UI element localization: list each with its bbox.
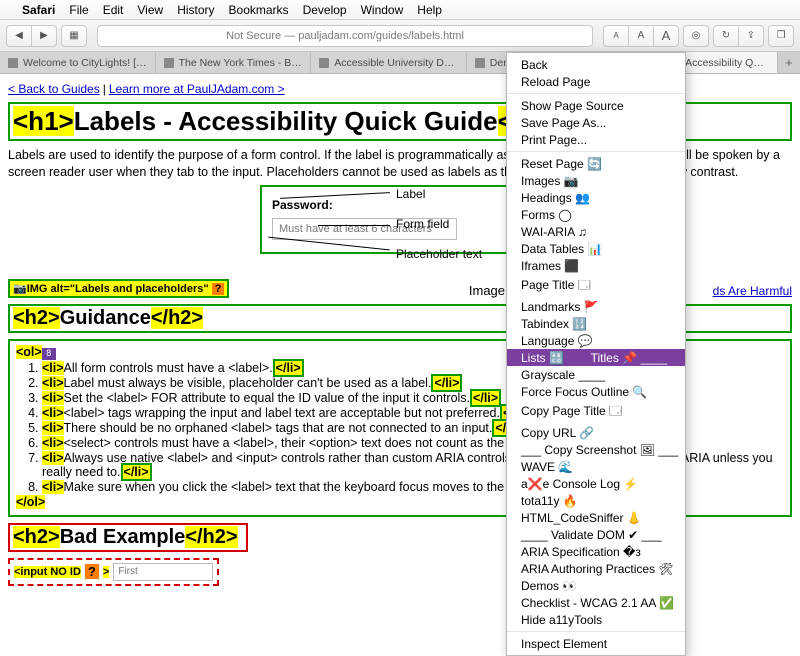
ctx-landmarks[interactable]: Landmarks 🚩 xyxy=(507,298,685,315)
ctx-codesniffer[interactable]: HTML_CodeSniffer 👃 xyxy=(507,509,685,526)
ctx-tota11y[interactable]: tota11y 🔥 xyxy=(507,492,685,509)
back-to-guides-link[interactable]: < Back to Guides xyxy=(8,82,100,96)
ctx-axe-log[interactable]: a❌e Console Log ⚡ xyxy=(507,475,685,492)
favicon-icon xyxy=(164,58,174,68)
warning-icon: ? xyxy=(212,283,225,295)
ctx-inspect[interactable]: Inspect Element xyxy=(507,635,685,652)
warning-icon: ? xyxy=(85,564,99,579)
ctx-aria-authoring[interactable]: ARIA Authoring Practices 🛠 xyxy=(507,560,685,577)
menu-window[interactable]: Window xyxy=(361,3,404,17)
favicon-icon xyxy=(475,58,485,68)
ctx-data-tables[interactable]: Data Tables 📊 xyxy=(507,240,685,257)
ctx-language[interactable]: Language 💬 xyxy=(507,332,685,349)
tab-citylights[interactable]: Welcome to CityLights! [Inaccessibl... xyxy=(0,52,156,73)
forward-button[interactable]: ▶ xyxy=(31,25,57,47)
menu-edit[interactable]: Edit xyxy=(103,3,124,17)
ctx-reset-page[interactable]: Reset Page 🔄 xyxy=(507,155,685,172)
menu-file[interactable]: File xyxy=(69,3,88,17)
browser-toolbar: ◀ ▶ ▦ Not Secure — pauljadam.com/guides/… xyxy=(0,20,800,52)
password-label: Password: xyxy=(272,198,333,212)
ctx-lists[interactable]: Lists 🔠 Titles 📌 ____ xyxy=(507,349,685,366)
tab-nyt[interactable]: The New York Times - Breaking News... xyxy=(156,52,312,73)
ctx-images[interactable]: Images 📷 xyxy=(507,172,685,189)
back-button[interactable]: ◀ xyxy=(6,25,32,47)
ctx-aria-spec[interactable]: ARIA Specification �з xyxy=(507,543,685,560)
menu-bookmarks[interactable]: Bookmarks xyxy=(229,3,289,17)
img-alt-overlay: 📷IMG alt="Labels and placeholders" ? xyxy=(8,279,229,298)
text-size-small[interactable]: A xyxy=(603,25,629,47)
ctx-validate-dom[interactable]: ____ Validate DOM ✔ ___ xyxy=(507,526,685,543)
text-size-med[interactable]: A xyxy=(628,25,654,47)
mac-menubar: Safari File Edit View History Bookmarks … xyxy=(0,0,800,20)
annot-label: Label xyxy=(396,187,425,201)
ol-close-tag: </ol> xyxy=(16,495,45,509)
ol-open-tag: <ol> xyxy=(16,345,42,359)
favicon-icon xyxy=(319,58,329,68)
ctx-headings[interactable]: Headings 👥 xyxy=(507,189,685,206)
ctx-reload[interactable]: Reload Page xyxy=(507,73,685,90)
bad-first-input[interactable] xyxy=(113,563,213,581)
ctx-wai-aria[interactable]: WAI-ARIA ♫ xyxy=(507,223,685,240)
ctx-copy-title[interactable]: Copy Page Title 🗔 xyxy=(507,400,685,424)
ctx-back[interactable]: Back xyxy=(507,56,685,73)
menu-develop[interactable]: Develop xyxy=(303,3,347,17)
ctx-page-title[interactable]: Page Title 🗔 xyxy=(507,274,685,298)
share-button[interactable]: ⇪ xyxy=(738,25,764,47)
show-tabs-button[interactable]: ❐ xyxy=(768,25,794,47)
menu-view[interactable]: View xyxy=(137,3,163,17)
app-name-menu[interactable]: Safari xyxy=(22,3,55,17)
reader-button[interactable]: ◎ xyxy=(683,25,709,47)
ctx-save-as[interactable]: Save Page As... xyxy=(507,114,685,131)
image-credit-link[interactable]: ds Are Harmful xyxy=(713,284,792,298)
h1-open-tag: <h1> xyxy=(13,106,74,136)
tab-au-demo[interactable]: Accessible University Demo Site - A... xyxy=(311,52,467,73)
ctx-demos[interactable]: Demos 👀 xyxy=(507,577,685,594)
sidebar-button[interactable]: ▦ xyxy=(61,25,87,47)
bad-example-input: <input NO ID?> xyxy=(8,558,219,586)
text-size-large[interactable]: A xyxy=(653,25,679,47)
favicon-icon xyxy=(8,58,18,68)
menu-help[interactable]: Help xyxy=(417,3,442,17)
menu-history[interactable]: History xyxy=(177,3,214,17)
ctx-grayscale[interactable]: Grayscale ____ xyxy=(507,366,685,383)
list-count-badge: 8 xyxy=(42,348,56,360)
learn-more-link[interactable]: Learn more at PaulJAdam.com > xyxy=(109,82,285,96)
ctx-print[interactable]: Print Page... xyxy=(507,131,685,148)
reload-button[interactable]: ↻ xyxy=(713,25,739,47)
ctx-iframes[interactable]: Iframes ⬛ xyxy=(507,257,685,274)
ctx-checklist[interactable]: Checklist - WCAG 2.1 AA ✅ xyxy=(507,594,685,611)
annot-field: Form field xyxy=(396,217,449,231)
ctx-copy-screenshot[interactable]: ___ Copy Screenshot 🖼 ___ xyxy=(507,441,685,458)
ctx-wave[interactable]: WAVE 🌊 xyxy=(507,458,685,475)
url-bar[interactable]: Not Secure — pauljadam.com/guides/labels… xyxy=(97,25,593,47)
ctx-hide-tools[interactable]: Hide a11yTools xyxy=(507,611,685,628)
annot-placeholder: Placeholder text xyxy=(396,247,482,261)
ctx-tabindex[interactable]: Tabindex 🔢 xyxy=(507,315,685,332)
context-menu: Back Reload Page Show Page Source Save P… xyxy=(506,52,686,656)
ctx-copy-url[interactable]: Copy URL 🔗 xyxy=(507,424,685,441)
page-title: Labels - Accessibility Quick Guide xyxy=(74,106,498,136)
ctx-show-source[interactable]: Show Page Source xyxy=(507,97,685,114)
ctx-forms[interactable]: Forms ◯ xyxy=(507,206,685,223)
ctx-force-focus[interactable]: Force Focus Outline 🔍 xyxy=(507,383,685,400)
new-tab-button[interactable]: + xyxy=(778,52,800,73)
h2-bad-example: <h2>Bad Example</h2> xyxy=(8,523,248,552)
